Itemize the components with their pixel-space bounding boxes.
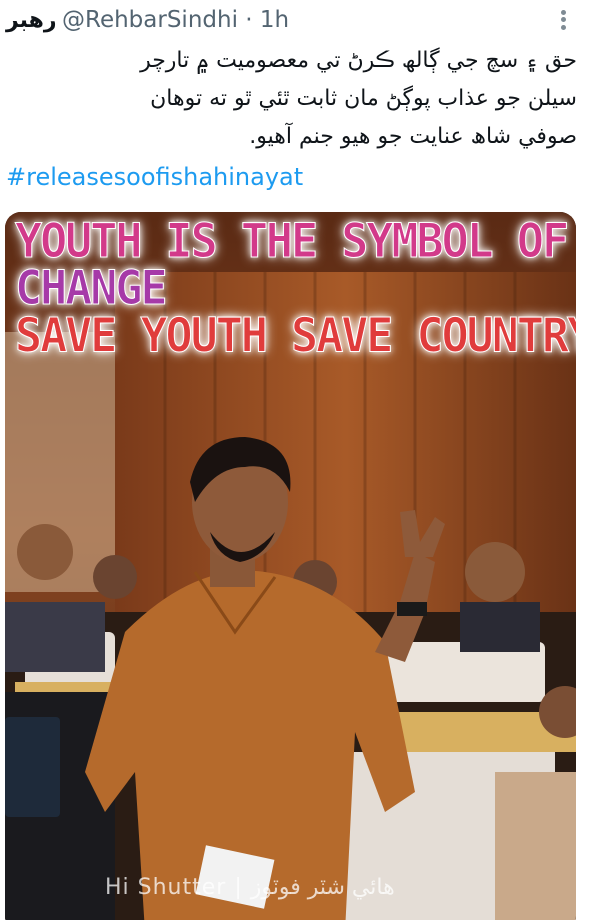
more-vertical-icon[interactable] — [555, 4, 571, 36]
tweet-text-line: صوفي شاھ عنايت جو ھيو جنم آھيو. — [249, 124, 577, 149]
photographer-watermark: Hi Shutter | ھائي شٽر فوٽوز — [105, 875, 395, 900]
author-display-name[interactable]: رهبر — [6, 8, 57, 33]
headline-line: CHANGE — [14, 260, 168, 316]
tweet-text: حق ۽ سچ جي ڳالھ ڪرڻ تي معصوميت ۾ تارچر س… — [17, 42, 577, 156]
headline-line: SAVE YOUTH SAVE COUNTRY — [14, 307, 576, 363]
poster-headline: YOUTH IS THE SYMBOL OF CHANGE SAVE YOUTH… — [14, 212, 576, 363]
tweet-text-line: سيلن جو عذاب پوڳڻ مان ثابت ٿئي ٿو ته توھ… — [150, 86, 577, 111]
tweet-media-image[interactable]: YOUTH IS THE SYMBOL OF CHANGE SAVE YOUTH… — [5, 212, 576, 920]
headline-line: YOUTH IS THE SYMBOL OF — [14, 212, 569, 269]
tweet-header: رهبر @RehbarSindhi · 1h — [0, 0, 599, 40]
tweet-text-line: حق ۽ سچ جي ڳالھ ڪرڻ تي معصوميت ۾ تارچر — [140, 48, 577, 73]
author-handle-timestamp[interactable]: @RehbarSindhi · 1h — [62, 7, 289, 33]
hashtag-link[interactable]: #releasesoofishahinayat — [6, 163, 303, 191]
